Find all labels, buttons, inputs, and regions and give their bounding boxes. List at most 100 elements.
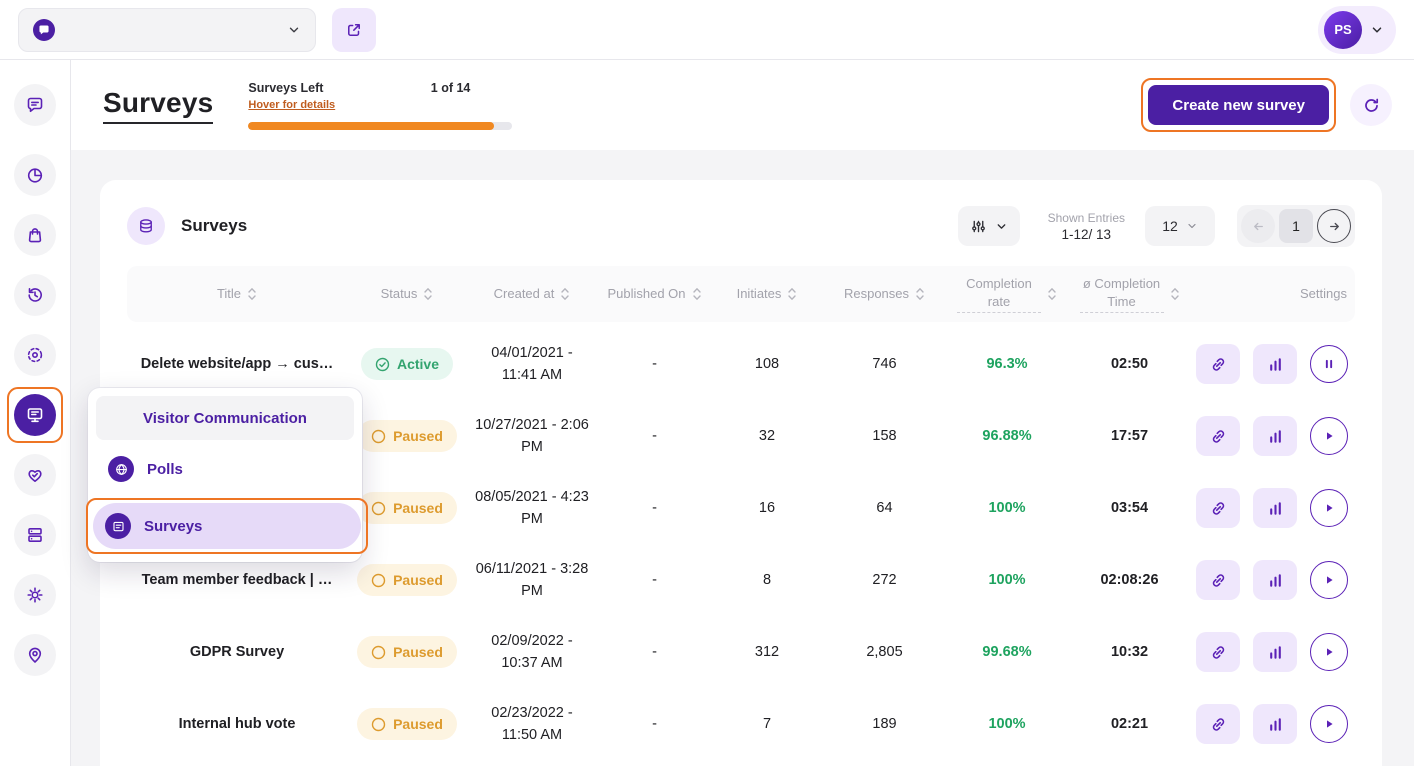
open-external-button[interactable] [332,8,376,52]
status-badge: Paused [357,708,457,740]
topbar: PS [0,0,1414,60]
statistics-button[interactable] [1253,344,1297,384]
annotation-box [7,387,63,443]
created-at: 06/11/2021 - 3:28 PM [467,558,597,603]
responses: 272 [822,572,947,588]
sidebar-item-visitor-communication[interactable] [7,385,63,445]
page-header: Surveys Surveys Left Hover for details 1… [71,60,1414,150]
copy-link-button[interactable] [1196,488,1240,528]
toggle-run-button[interactable] [1310,633,1348,671]
pagination: 1 [1237,205,1355,247]
statistics-button[interactable] [1253,488,1297,528]
quota-label: Surveys Left [248,81,335,95]
copy-link-button[interactable] [1196,704,1240,744]
create-new-survey-button[interactable]: Create new survey [1148,85,1329,125]
column-completion-time[interactable]: ø Completion Time [1067,275,1192,313]
flyout-item-label: Polls [147,461,183,478]
completion-time: 17:57 [1067,428,1192,444]
toggle-run-button[interactable] [1310,489,1348,527]
visitor-communication-flyout: Visitor Communication Polls Surveys [88,388,362,562]
flyout-item-surveys[interactable]: Surveys [93,503,361,549]
completion-time: 03:54 [1067,500,1192,516]
status-badge: Paused [357,636,457,668]
table-row[interactable]: Internal hub vote Paused 02/23/2022 - 11… [127,688,1355,760]
sidebar-item-settings[interactable] [14,565,56,625]
page-number-button[interactable]: 1 [1279,209,1313,243]
created-at: 02/09/2022 - 10:37 AM [467,630,597,675]
feedback-icon [25,465,45,485]
column-status[interactable]: Status [347,285,467,303]
initiates: 16 [712,500,822,516]
created-at: 08/05/2021 - 4:23 PM [467,486,597,531]
flyout-item-polls[interactable]: Polls [96,446,354,492]
statistics-button[interactable] [1253,632,1297,672]
copy-link-button[interactable] [1196,416,1240,456]
sidebar-item-feedback[interactable] [14,445,56,505]
sidebar-item-inbox[interactable] [14,75,56,135]
column-created-at[interactable]: Created at [467,285,597,303]
completion-rate: 96.3% [947,356,1067,372]
catalog-icon [25,525,45,545]
annotation-box: Create new survey [1141,78,1336,132]
completion-rate: 100% [947,572,1067,588]
app-window: PS [0,0,1414,766]
sidebar-item-automation[interactable] [14,325,56,385]
card-title: Surveys [181,216,247,236]
toggle-run-button[interactable] [1310,345,1348,383]
statistics-button[interactable] [1253,560,1297,600]
copy-link-button[interactable] [1196,344,1240,384]
sidebar-item-support[interactable] [14,625,56,685]
sidebar-item-catalog[interactable] [14,505,56,565]
column-settings: Settings [1192,285,1355,303]
quota-details-link[interactable]: Hover for details [248,99,335,111]
sliders-icon [970,218,987,235]
workspace-selector[interactable] [18,8,316,52]
page-size-value: 12 [1162,218,1178,234]
completion-time: 02:08:26 [1067,572,1192,588]
chevron-down-icon [995,220,1008,233]
toggle-run-button[interactable] [1310,705,1348,743]
column-completion-rate[interactable]: Completion rate [947,275,1067,313]
shown-entries: Shown Entries 1-12/ 13 [1048,211,1125,242]
toggle-run-button[interactable] [1310,561,1348,599]
column-published-on[interactable]: Published On [597,285,712,303]
sidebar-item-analytics[interactable] [14,145,56,205]
status-badge: Paused [357,420,457,452]
column-filter-button[interactable] [958,206,1020,246]
completion-rate: 100% [947,500,1067,516]
completion-rate: 99.68% [947,644,1067,660]
analytics-icon [25,165,45,185]
card-header: Surveys Shown Entries 1-12 [127,204,1355,248]
copy-link-button[interactable] [1196,632,1240,672]
survey-icon [105,513,131,539]
initiates: 8 [712,572,822,588]
sidebar-item-shop[interactable] [14,205,56,265]
column-title[interactable]: Title [127,285,347,303]
table-row[interactable]: GDPR Survey Paused 02/09/2022 - 10:37 AM… [127,616,1355,688]
user-menu[interactable]: PS [1318,6,1396,54]
next-page-button[interactable] [1317,209,1351,243]
prev-page-button[interactable] [1241,209,1275,243]
sidebar-item-history[interactable] [14,265,56,325]
page-size-select[interactable]: 12 [1145,206,1215,246]
refresh-button[interactable] [1350,84,1392,126]
support-icon [25,645,45,665]
shown-entries-label: Shown Entries [1048,211,1125,225]
page-title: Surveys [103,87,213,124]
inbox-icon [25,95,45,115]
chevron-down-icon [1186,220,1198,232]
toggle-run-button[interactable] [1310,417,1348,455]
completion-time: 02:50 [1067,356,1192,372]
completion-rate: 96.88% [947,428,1067,444]
table-header: Title Status Created at Published On Ini… [127,266,1355,322]
column-responses[interactable]: Responses [822,285,947,303]
responses: 64 [822,500,947,516]
avatar: PS [1324,11,1362,49]
statistics-button[interactable] [1253,416,1297,456]
column-initiates[interactable]: Initiates [712,285,822,303]
created-at: 04/01/2021 - 11:41 AM [467,342,597,387]
copy-link-button[interactable] [1196,560,1240,600]
statistics-button[interactable] [1253,704,1297,744]
shop-icon [25,225,45,245]
visitor-communication-icon [25,405,45,425]
